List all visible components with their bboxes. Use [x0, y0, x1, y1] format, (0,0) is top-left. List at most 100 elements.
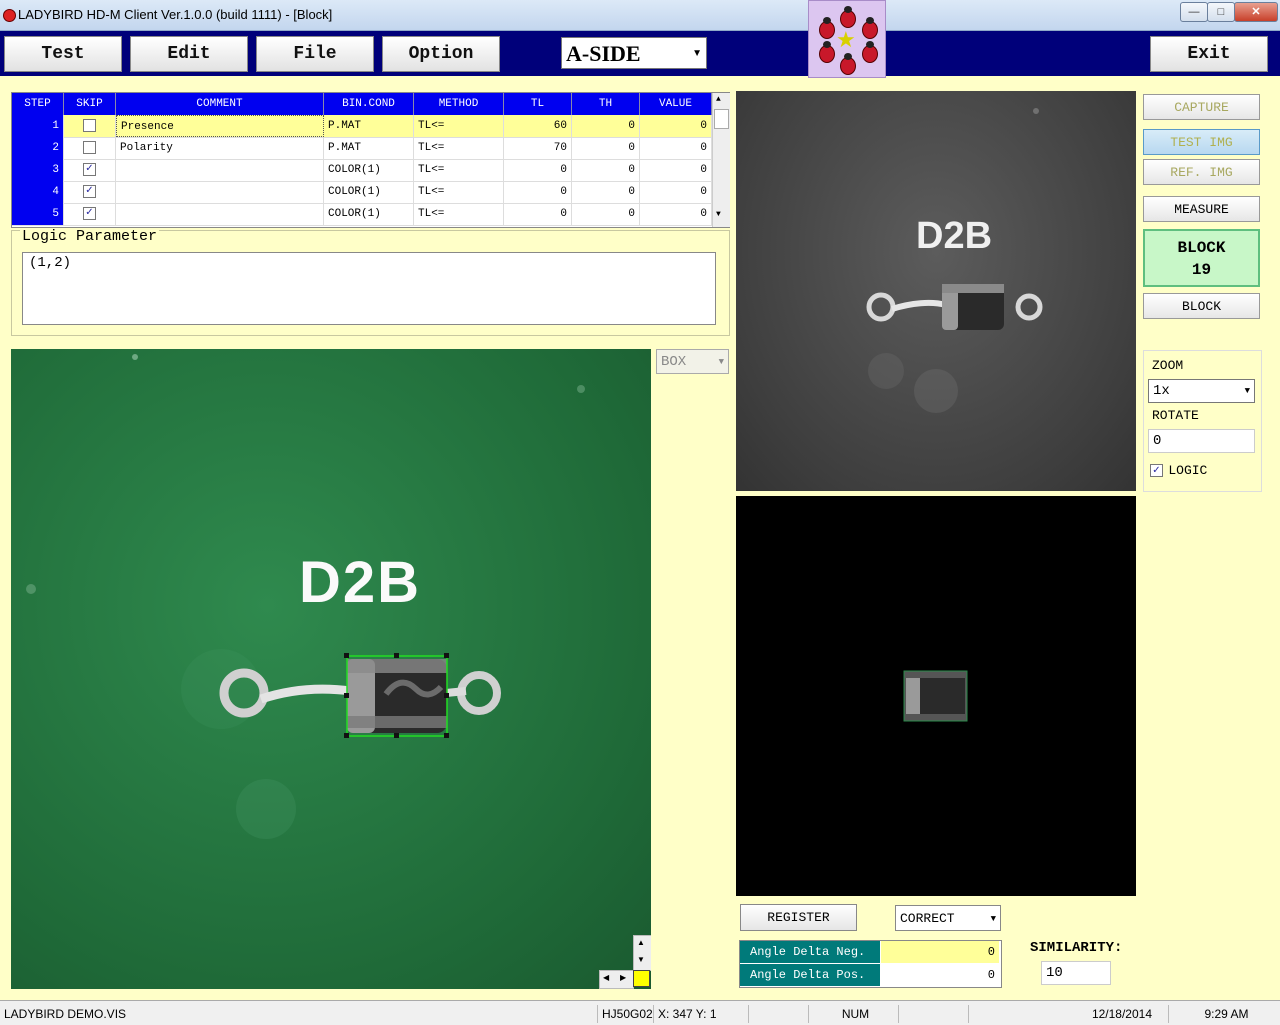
angle-pos-value[interactable]: 0: [881, 964, 999, 986]
table-row[interactable]: 2 Polarity P.MAT TL<= 70 0 0: [12, 137, 712, 160]
bin-cell[interactable]: COLOR(1): [324, 203, 414, 225]
scroll-down-icon[interactable]: ▼: [716, 210, 721, 219]
inspection-image-view[interactable]: D2B ▲ ▼ ◀ ▶: [11, 349, 651, 989]
table-row[interactable]: 3 ✓ COLOR(1) TL<= 0 0 0: [12, 159, 712, 182]
grid-header-cell[interactable]: BIN.COND: [324, 93, 414, 115]
skip-cell[interactable]: ✓: [64, 159, 116, 181]
grid-header-cell[interactable]: VALUE: [640, 93, 712, 115]
step-cell[interactable]: 1: [12, 115, 64, 137]
scroll-thumb[interactable]: [714, 109, 729, 129]
value-cell[interactable]: 0: [640, 115, 712, 137]
th-cell[interactable]: 0: [572, 159, 640, 181]
file-button[interactable]: File: [256, 36, 374, 72]
capture-button[interactable]: CAPTURE: [1143, 94, 1260, 120]
scroll-right-icon[interactable]: ▶: [620, 973, 626, 982]
image-vscroll[interactable]: ▲ ▼: [633, 935, 651, 971]
bin-cell[interactable]: P.MAT: [324, 115, 414, 137]
ref-img-button[interactable]: REF. IMG: [1143, 159, 1260, 185]
comment-cell[interactable]: Presence: [116, 115, 324, 137]
value-cell[interactable]: 0: [640, 159, 712, 181]
grid-header-cell[interactable]: TH: [572, 93, 640, 115]
grid-header-cell[interactable]: METHOD: [414, 93, 504, 115]
bin-cell[interactable]: COLOR(1): [324, 159, 414, 181]
method-cell[interactable]: TL<=: [414, 115, 504, 137]
maximize-button[interactable]: □: [1207, 2, 1235, 22]
th-cell[interactable]: 0: [572, 115, 640, 137]
value-cell[interactable]: 0: [640, 181, 712, 203]
logic-checkbox-row[interactable]: ✓ LOGIC: [1150, 463, 1207, 478]
bin-cell[interactable]: P.MAT: [324, 137, 414, 159]
comment-cell[interactable]: [116, 203, 324, 225]
skip-checkbox[interactable]: ✓: [83, 184, 96, 198]
scroll-left-icon[interactable]: ◀: [603, 973, 609, 982]
step-cell[interactable]: 3: [12, 159, 64, 181]
skip-cell[interactable]: ✓: [64, 203, 116, 225]
skip-checkbox[interactable]: [83, 118, 96, 132]
skip-checkbox[interactable]: ✓: [83, 206, 96, 220]
close-button[interactable]: ✕: [1234, 2, 1278, 22]
step-cell[interactable]: 2: [12, 137, 64, 159]
reference-image-view[interactable]: D2B: [736, 91, 1136, 491]
logic-parameter-input[interactable]: (1,2): [22, 252, 716, 325]
test-img-button[interactable]: TEST IMG: [1143, 129, 1260, 155]
table-row[interactable]: 1 Presence P.MAT TL<= 60 0 0: [12, 115, 712, 138]
exit-button[interactable]: Exit: [1150, 36, 1268, 72]
step-cell[interactable]: 4: [12, 181, 64, 203]
skip-cell[interactable]: [64, 115, 116, 137]
value-cell[interactable]: 0: [640, 203, 712, 225]
grid-header-cell[interactable]: TL: [504, 93, 572, 115]
grid-header-cell[interactable]: SKIP: [64, 93, 116, 115]
table-row[interactable]: 5 ✓ COLOR(1) TL<= 0 0 0: [12, 203, 712, 226]
method-cell[interactable]: TL<=: [414, 137, 504, 159]
rotate-input[interactable]: 0: [1148, 429, 1255, 453]
tl-cell[interactable]: 60: [504, 115, 572, 137]
skip-cell[interactable]: ✓: [64, 181, 116, 203]
zoom-select[interactable]: 1x ▼: [1148, 379, 1255, 403]
skip-checkbox[interactable]: ✓: [83, 162, 96, 176]
tl-cell[interactable]: 0: [504, 181, 572, 203]
th-cell[interactable]: 0: [572, 203, 640, 225]
logic-checkbox[interactable]: ✓: [1150, 464, 1163, 478]
block-button[interactable]: BLOCK: [1143, 293, 1260, 319]
scroll-down-icon[interactable]: ▼: [637, 955, 645, 964]
comment-cell[interactable]: [116, 159, 324, 181]
tl-cell[interactable]: 0: [504, 203, 572, 225]
measure-button[interactable]: MEASURE: [1143, 196, 1260, 222]
table-row[interactable]: 4 ✓ COLOR(1) TL<= 0 0 0: [12, 181, 712, 204]
ladybug-icon: [862, 17, 878, 39]
angle-neg-value[interactable]: 0: [881, 941, 999, 963]
tl-cell[interactable]: 70: [504, 137, 572, 159]
minimize-button[interactable]: —: [1180, 2, 1208, 22]
edit-button[interactable]: Edit: [130, 36, 248, 72]
test-button[interactable]: Test: [4, 36, 122, 72]
comment-cell[interactable]: [116, 181, 324, 203]
box-select[interactable]: BOX ▼: [656, 349, 729, 374]
chevron-down-icon: ▼: [718, 357, 724, 367]
skip-checkbox[interactable]: [83, 140, 96, 154]
method-cell[interactable]: TL<=: [414, 181, 504, 203]
grid-header-cell[interactable]: COMMENT: [116, 93, 324, 115]
th-cell[interactable]: 0: [572, 181, 640, 203]
image-hscroll[interactable]: ◀ ▶: [599, 970, 634, 989]
th-cell[interactable]: 0: [572, 137, 640, 159]
similarity-input[interactable]: 10: [1041, 961, 1111, 985]
correct-select[interactable]: CORRECT ▼: [895, 905, 1001, 931]
method-cell[interactable]: TL<=: [414, 159, 504, 181]
scroll-up-icon[interactable]: ▲: [637, 938, 645, 947]
status-num: NUM: [808, 1005, 898, 1023]
option-button[interactable]: Option: [382, 36, 500, 72]
side-select[interactable]: A-SIDE ▼: [561, 37, 707, 69]
step-cell[interactable]: 5: [12, 203, 64, 225]
grid-scrollbar[interactable]: ▲ ▼: [712, 93, 730, 227]
bin-cell[interactable]: COLOR(1): [324, 181, 414, 203]
ladybird-logo: ★: [808, 0, 886, 78]
scroll-up-icon[interactable]: ▲: [716, 95, 721, 104]
grid-header-cell[interactable]: STEP: [12, 93, 64, 115]
comment-cell[interactable]: Polarity: [116, 137, 324, 159]
method-cell[interactable]: TL<=: [414, 203, 504, 225]
skip-cell[interactable]: [64, 137, 116, 159]
tl-cell[interactable]: 0: [504, 159, 572, 181]
register-button[interactable]: REGISTER: [740, 904, 857, 931]
step-grid: STEP SKIP COMMENT BIN.COND METHOD TL TH VALUE 1…: [11, 92, 730, 228]
value-cell[interactable]: 0: [640, 137, 712, 159]
